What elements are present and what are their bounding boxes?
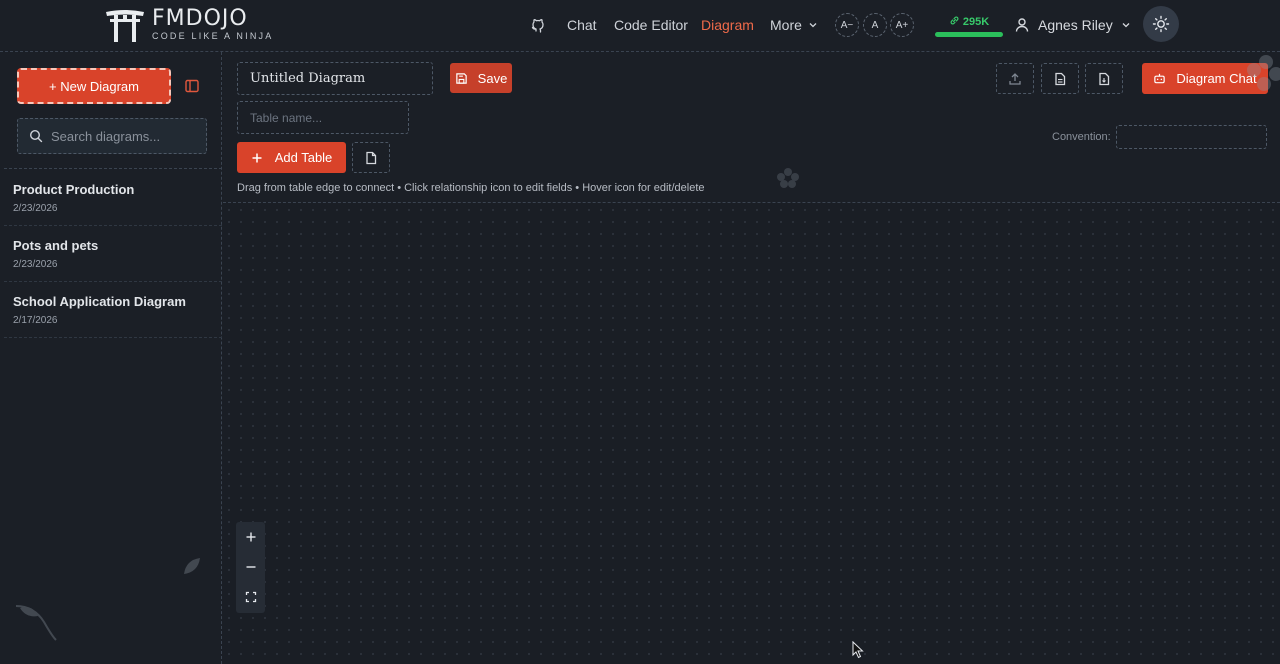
nav-more[interactable]: More	[770, 0, 819, 50]
save-button[interactable]: Save	[450, 63, 512, 93]
fit-view-button[interactable]	[236, 582, 265, 612]
font-decrease-button[interactable]: A−	[835, 13, 859, 37]
diagram-date: 2/23/2026	[13, 203, 58, 214]
diagram-list-item[interactable]: Product Production 2/23/2026	[4, 170, 222, 226]
export-document-button[interactable]	[1041, 63, 1079, 94]
table-name-input[interactable]	[237, 101, 409, 134]
robot-icon	[1154, 73, 1166, 84]
nav-chat[interactable]: Chat	[567, 17, 597, 33]
diagram-date: 2/23/2026	[13, 259, 58, 270]
chevron-down-icon	[1122, 23, 1130, 28]
export-button[interactable]	[996, 63, 1034, 94]
fit-view-icon	[245, 591, 256, 603]
zoom-in-button[interactable]	[236, 522, 265, 552]
credits-value: 295K	[962, 16, 990, 28]
flower-decoration-icon	[1247, 55, 1280, 91]
leaf-decoration-icon	[15, 605, 57, 641]
github-icon	[531, 19, 544, 33]
new-diagram-button[interactable]: + New Diagram	[17, 68, 171, 104]
user-icon	[1015, 18, 1029, 32]
upload-icon	[1009, 72, 1021, 85]
document-icon	[366, 151, 377, 164]
user-menu[interactable]: Agnes Riley	[1014, 14, 1132, 36]
theme-toggle-button[interactable]	[1143, 6, 1179, 42]
logo-subtitle: CODE LIKE A NINJA	[152, 31, 274, 41]
diagram-list-item[interactable]: Pots and pets 2/23/2026	[4, 226, 222, 282]
save-icon	[455, 72, 467, 84]
divider	[4, 168, 222, 169]
github-link[interactable]	[528, 0, 550, 50]
zoom-out-icon	[246, 566, 255, 568]
convention-select[interactable]	[1116, 125, 1267, 149]
top-navbar: FMDOJO CODE LIKE A NINJA Chat Code Edito…	[0, 0, 1280, 52]
search-input[interactable]	[51, 128, 201, 144]
torii-gate-icon	[106, 10, 144, 42]
credits-indicator[interactable]: 295K	[934, 12, 1004, 38]
leaf-decoration-icon	[184, 558, 200, 574]
convention-label: Convention:	[1052, 131, 1111, 143]
search-diagrams[interactable]	[17, 118, 207, 154]
canvas-hint: Drag from table edge to connect • Click …	[237, 182, 705, 194]
diagram-list-item[interactable]: School Application Diagram 2/17/2026	[4, 282, 222, 338]
credits-bar	[935, 32, 1003, 37]
diagram-sidebar: + New Diagram Product Production 2/23/20…	[0, 52, 222, 664]
font-increase-button[interactable]: A+	[890, 13, 914, 37]
diagram-name: School Application Diagram	[13, 294, 186, 309]
zoom-out-button[interactable]	[236, 552, 265, 582]
search-icon	[29, 129, 43, 143]
sun-icon	[1152, 15, 1170, 33]
document-icon	[1055, 72, 1066, 85]
flower-decoration-icon	[777, 168, 799, 188]
add-table-label: Add Table	[274, 150, 333, 165]
user-name: Agnes Riley	[1038, 17, 1113, 33]
diagram-date: 2/17/2026	[13, 315, 58, 326]
nav-diagram[interactable]: Diagram	[701, 17, 754, 33]
zoom-controls	[236, 522, 265, 613]
save-label: Save	[477, 70, 508, 86]
diagram-title-input[interactable]	[237, 62, 433, 95]
diagram-canvas[interactable]	[223, 204, 1280, 664]
font-reset-button[interactable]: A	[863, 13, 887, 37]
nav-more-label: More	[770, 17, 802, 33]
diagram-name: Pots and pets	[13, 238, 99, 253]
zoom-in-icon	[246, 532, 255, 542]
mouse-cursor-icon	[852, 641, 864, 659]
import-button[interactable]	[352, 142, 390, 173]
export-file-button[interactable]	[1085, 63, 1123, 94]
add-table-button[interactable]: Add Table	[237, 142, 346, 173]
sidebar-toggle-icon	[185, 79, 199, 93]
logo[interactable]: FMDOJO CODE LIKE A NINJA	[104, 6, 273, 44]
logo-title: FMDOJO	[152, 6, 248, 31]
link-icon	[950, 16, 959, 25]
sidebar-toggle-button[interactable]	[184, 78, 200, 94]
plus-icon	[252, 153, 262, 162]
nav-code-editor[interactable]: Code Editor	[614, 17, 688, 33]
chevron-down-icon	[809, 23, 817, 28]
diagram-name: Product Production	[13, 182, 135, 197]
file-export-icon	[1099, 72, 1110, 85]
diagram-list: Product Production 2/23/2026 Pots and pe…	[4, 170, 222, 338]
